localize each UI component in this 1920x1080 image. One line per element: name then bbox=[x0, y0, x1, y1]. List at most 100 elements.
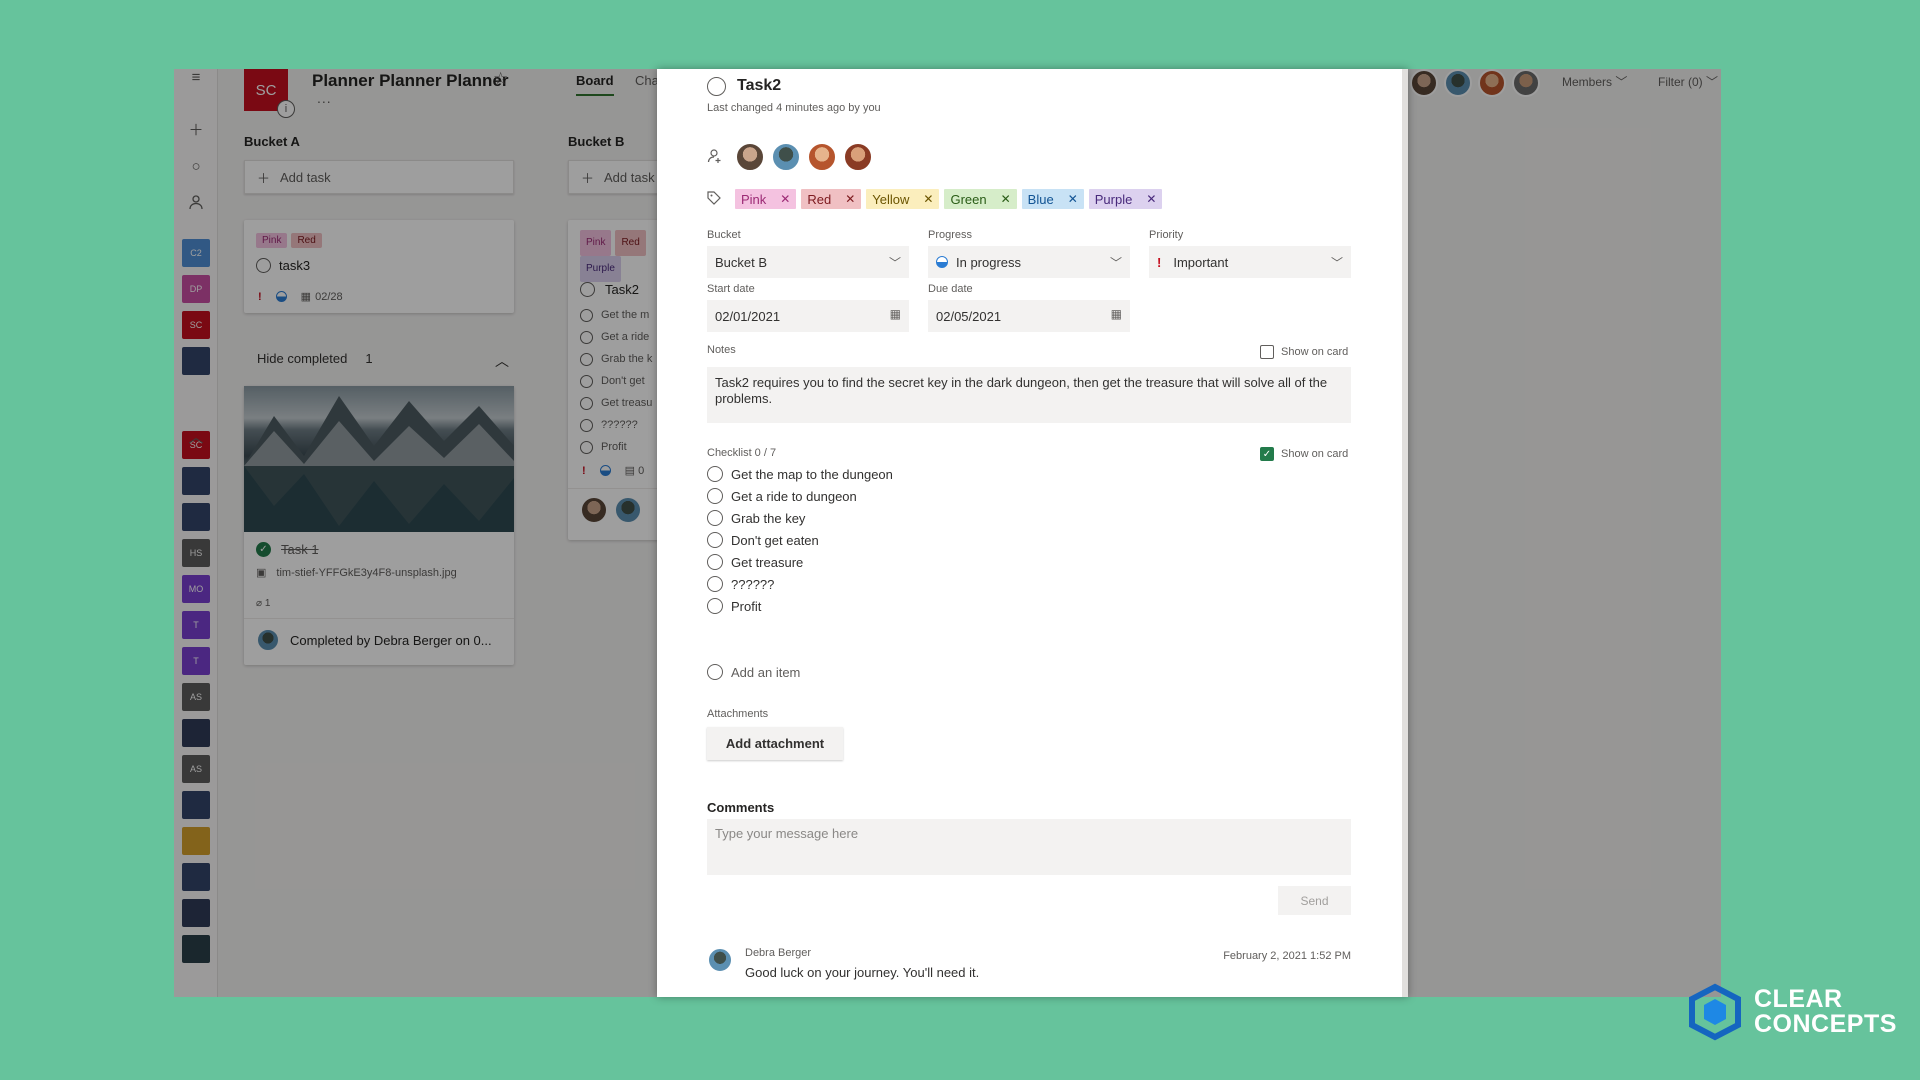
start-date-field[interactable]: 02/01/2021 ▦ bbox=[707, 300, 909, 332]
comment-text: Good luck on your journey. You'll need i… bbox=[745, 965, 980, 980]
last-changed: Last changed 4 minutes ago by you bbox=[707, 102, 881, 114]
label-chip-blue[interactable]: Blue ✕ bbox=[1021, 189, 1084, 209]
checklist-item-text[interactable]: Get a ride to dungeon bbox=[731, 489, 857, 504]
checklist-item[interactable]: Get treasure bbox=[707, 552, 803, 572]
checklist-label: Checklist 0 / 7 bbox=[707, 447, 777, 459]
remove-label-icon[interactable]: ✕ bbox=[780, 192, 790, 206]
progress-value: In progress bbox=[956, 254, 1022, 270]
brand-line2: CONCEPTS bbox=[1754, 1010, 1897, 1038]
checklist-show-on-card-checkbox[interactable]: ✓ bbox=[1260, 447, 1274, 461]
due-date-field[interactable]: 02/05/2021 ▦ bbox=[928, 300, 1130, 332]
comment-date: February 2, 2021 1:52 PM bbox=[1223, 950, 1351, 962]
remove-label-icon[interactable]: ✕ bbox=[1068, 192, 1078, 206]
bucket-value: Bucket B bbox=[715, 254, 768, 270]
complete-task-checkbox[interactable] bbox=[707, 77, 726, 96]
checklist-item-text[interactable]: Grab the key bbox=[731, 511, 805, 526]
progress-label: Progress bbox=[928, 229, 973, 241]
send-button[interactable]: Send bbox=[1278, 886, 1351, 915]
notes-textarea[interactable]: Task2 requires you to find the secret ke… bbox=[707, 367, 1351, 423]
checklist-item[interactable]: Get a ride to dungeon bbox=[707, 486, 857, 506]
brand-wordmark: CLEAR CONCEPTS bbox=[1754, 987, 1897, 1037]
checklist-item-text[interactable]: Don't get eaten bbox=[731, 533, 819, 548]
clear-concepts-logo-icon bbox=[1689, 983, 1741, 1041]
add-item-label: Add an item bbox=[731, 664, 801, 680]
start-date-value: 02/01/2021 bbox=[715, 308, 781, 324]
avatar bbox=[843, 142, 873, 172]
checklist-item-text[interactable]: Get treasure bbox=[731, 555, 803, 570]
checklist-item[interactable]: ?????? bbox=[707, 574, 774, 594]
tag-icon bbox=[707, 191, 721, 208]
label-chip-text: Pink bbox=[741, 191, 767, 207]
remove-label-icon[interactable]: ✕ bbox=[845, 192, 855, 206]
label-chip-text: Green bbox=[950, 191, 987, 207]
checklist-item-checkbox[interactable] bbox=[707, 466, 723, 482]
start-date-label: Start date bbox=[707, 283, 755, 295]
label-chip-text: Purple bbox=[1094, 191, 1133, 207]
avatar bbox=[735, 142, 765, 172]
checklist-item[interactable]: Get the map to the dungeon bbox=[707, 464, 893, 484]
chevron-down-icon: ﹀ bbox=[888, 256, 901, 270]
label-chip-yellow[interactable]: Yellow ✕ bbox=[866, 189, 940, 209]
add-attachment-button[interactable]: Add attachment bbox=[707, 727, 843, 760]
bucket-dropdown[interactable]: Bucket B ﹀ bbox=[707, 246, 909, 278]
checklist-item-checkbox[interactable] bbox=[707, 510, 723, 526]
checklist-item[interactable]: Grab the key bbox=[707, 508, 805, 528]
label-list: Pink ✕ Red ✕ Yellow ✕ Green ✕ Blue ✕ Purple ✕ bbox=[735, 189, 1167, 209]
assignee-avatars[interactable] bbox=[735, 142, 873, 172]
comment-input[interactable]: Type your message here bbox=[707, 819, 1351, 875]
priority-value: Important bbox=[1173, 254, 1229, 270]
avatar bbox=[771, 142, 801, 172]
progress-half-icon bbox=[936, 256, 948, 268]
checklist-item-checkbox[interactable] bbox=[707, 598, 723, 614]
due-date-value: 02/05/2021 bbox=[936, 308, 1002, 324]
checklist-item[interactable]: Profit bbox=[707, 596, 761, 616]
add-checklist-item[interactable]: Add an item bbox=[707, 662, 800, 682]
label-chip-purple[interactable]: Purple ✕ bbox=[1088, 189, 1163, 209]
checklist-item-checkbox[interactable] bbox=[707, 554, 723, 570]
brand-line1: CLEAR bbox=[1754, 985, 1843, 1013]
due-date-label: Due date bbox=[928, 283, 973, 295]
task-details-panel: Task2 Last changed 4 minutes ago by you … bbox=[657, 69, 1408, 997]
notes-show-on-card[interactable]: Show on card bbox=[1260, 345, 1348, 359]
label-chip-red[interactable]: Red ✕ bbox=[801, 189, 862, 209]
attachments-label: Attachments bbox=[707, 708, 769, 720]
add-item-circle-icon bbox=[707, 664, 723, 680]
chevron-down-icon: ﹀ bbox=[1109, 256, 1122, 270]
progress-dropdown[interactable]: In progress ﹀ bbox=[928, 246, 1130, 278]
label-chip-green[interactable]: Green ✕ bbox=[944, 189, 1017, 209]
remove-label-icon[interactable]: ✕ bbox=[1146, 192, 1156, 206]
panel-scrollbar[interactable] bbox=[1402, 69, 1408, 997]
checklist-item-text[interactable]: Profit bbox=[731, 599, 761, 614]
notes-show-on-card-checkbox[interactable] bbox=[1260, 345, 1274, 359]
calendar-icon[interactable]: ▦ bbox=[890, 307, 901, 321]
comment-item: Debra Berger Good luck on your journey. … bbox=[707, 947, 979, 980]
comment-placeholder: Type your message here bbox=[715, 826, 859, 841]
avatar bbox=[807, 142, 837, 172]
label-chip-text: Yellow bbox=[872, 191, 910, 207]
assign-icon[interactable] bbox=[707, 148, 723, 169]
label-chip-text: Red bbox=[807, 191, 832, 207]
checklist-item-checkbox[interactable] bbox=[707, 488, 723, 504]
checklist-item-checkbox[interactable] bbox=[707, 532, 723, 548]
bucket-label: Bucket bbox=[707, 229, 741, 241]
comments-label: Comments bbox=[707, 800, 775, 815]
checklist-item-text[interactable]: Get the map to the dungeon bbox=[731, 467, 893, 482]
comment-author: Debra Berger bbox=[745, 947, 812, 959]
comment-body: Debra Berger Good luck on your journey. … bbox=[745, 947, 979, 980]
important-icon: ! bbox=[1157, 254, 1162, 270]
notes-show-on-card-label: Show on card bbox=[1281, 346, 1349, 358]
clear-concepts-brand: CLEAR CONCEPTS bbox=[1686, 983, 1897, 1041]
checklist-item[interactable]: Don't get eaten bbox=[707, 530, 819, 550]
priority-label: Priority bbox=[1149, 229, 1184, 241]
label-chip-text: Blue bbox=[1027, 191, 1054, 207]
label-chip-pink[interactable]: Pink ✕ bbox=[735, 189, 797, 209]
task-title[interactable]: Task2 bbox=[737, 77, 781, 95]
remove-label-icon[interactable]: ✕ bbox=[923, 192, 933, 206]
remove-label-icon[interactable]: ✕ bbox=[1001, 192, 1011, 206]
checklist-show-on-card[interactable]: ✓ Show on card bbox=[1260, 447, 1348, 461]
checklist-item-text[interactable]: ?????? bbox=[731, 577, 774, 592]
chevron-down-icon: ﹀ bbox=[1330, 256, 1343, 270]
checklist-item-checkbox[interactable] bbox=[707, 576, 723, 592]
priority-dropdown[interactable]: ! Important ﹀ bbox=[1149, 246, 1351, 278]
calendar-icon[interactable]: ▦ bbox=[1111, 307, 1122, 321]
